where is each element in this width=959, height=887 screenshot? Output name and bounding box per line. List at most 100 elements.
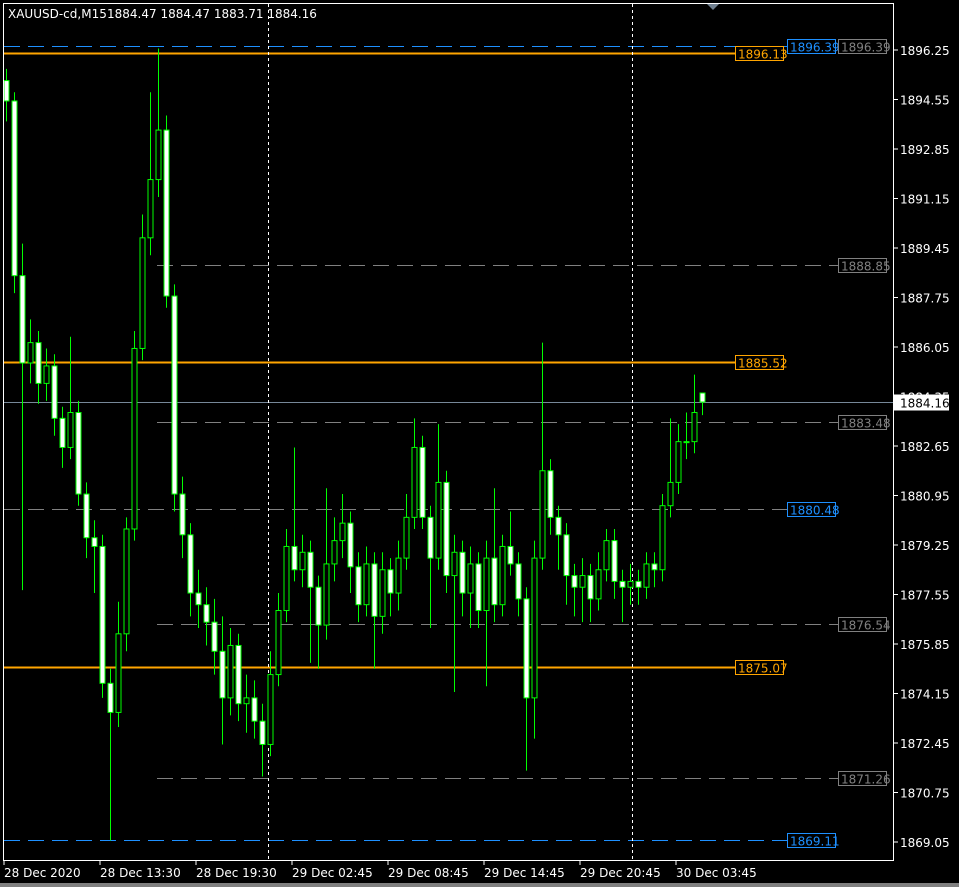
candle-body xyxy=(587,575,594,600)
candle-body xyxy=(667,481,674,507)
price-level-label: 1883.48 xyxy=(841,417,891,431)
x-tick-label: 30 Dec 03:45 xyxy=(676,866,757,880)
candle-body xyxy=(419,446,426,518)
candle xyxy=(123,517,130,652)
candle-body xyxy=(203,604,210,623)
candle-body xyxy=(571,575,578,588)
candle-body xyxy=(27,342,34,364)
candle-body xyxy=(611,540,618,582)
candle-body xyxy=(107,682,114,713)
y-tick-label: 1894.55 xyxy=(900,94,950,108)
candle-body xyxy=(603,540,610,571)
y-tick-label: 1869.05 xyxy=(900,836,950,850)
candle-body xyxy=(83,493,90,539)
y-tick-label: 1870.75 xyxy=(900,787,950,801)
candle-body xyxy=(155,129,162,181)
candle-body xyxy=(275,610,282,676)
bottom-strip xyxy=(0,883,959,887)
y-tick-label: 1877.55 xyxy=(900,589,950,603)
price-level-label: 1885.52 xyxy=(738,357,788,371)
price-level-label: 1880.48 xyxy=(790,504,840,518)
candle-body xyxy=(227,644,234,699)
chart-header-symbol: XAUUSD-cd,M15 xyxy=(8,7,107,21)
y-tick-label: 1896.25 xyxy=(900,44,950,58)
candle-body xyxy=(691,412,698,443)
y-tick-label: 1891.15 xyxy=(900,193,950,207)
chart-header-ohlc: 1884.47 1884.47 1883.71 1884.16 xyxy=(107,7,317,21)
candle-body xyxy=(11,100,18,277)
y-tick-label: 1889.45 xyxy=(900,242,950,256)
candle-body xyxy=(299,551,306,571)
y-tick-label: 1882.65 xyxy=(900,440,950,454)
candle-body xyxy=(651,563,658,571)
candle-body xyxy=(507,545,514,565)
candle-body xyxy=(75,412,82,495)
price-chart[interactable]: 1896.39 1896.391896.131888.851885.521883.… xyxy=(0,0,959,887)
price-level-label: 1875.07 xyxy=(738,662,788,676)
price-level-label: 1876.54 xyxy=(841,619,891,633)
candle xyxy=(499,534,506,617)
candle-body xyxy=(403,516,410,559)
x-tick-label: 29 Dec 08:45 xyxy=(388,866,469,880)
y-tick-label: 1879.25 xyxy=(900,539,950,553)
current-price-label: 1884.16 xyxy=(900,397,950,411)
chart-background xyxy=(0,0,959,887)
candle-body xyxy=(131,347,138,530)
candle-body xyxy=(531,557,538,699)
price-level-label: 1869.11 xyxy=(790,835,840,849)
candle-body xyxy=(283,545,290,612)
candle-body xyxy=(347,522,354,568)
candle xyxy=(419,435,426,529)
candle-body xyxy=(675,441,682,483)
price-level-label: 1896.39 xyxy=(841,41,891,55)
candle-body xyxy=(563,534,570,577)
candle-body xyxy=(251,697,258,722)
candle-body xyxy=(243,697,250,705)
candle-body xyxy=(595,569,602,600)
candle-body xyxy=(187,534,194,594)
y-tick-label: 1892.85 xyxy=(900,143,950,157)
candle-body xyxy=(547,470,554,518)
candle-body xyxy=(43,365,50,384)
candle-body xyxy=(123,528,130,635)
candle-body xyxy=(35,342,42,384)
candle-body xyxy=(515,563,522,600)
candle-body xyxy=(99,545,106,684)
candle-body xyxy=(291,545,298,571)
candle-body xyxy=(459,551,466,594)
candle-body xyxy=(683,441,690,444)
x-tick-label: 29 Dec 20:45 xyxy=(580,866,661,880)
x-tick-label: 29 Dec 14:45 xyxy=(484,866,565,880)
candle-body xyxy=(371,563,378,617)
candle-body xyxy=(443,481,450,577)
x-tick-label: 28 Dec 19:30 xyxy=(196,866,277,880)
candle-body xyxy=(59,417,66,448)
candle-body xyxy=(219,650,226,699)
candle-body xyxy=(147,179,154,239)
candle-body xyxy=(627,580,634,588)
candle-body xyxy=(435,481,442,559)
candle-body xyxy=(467,563,474,594)
candle-body xyxy=(395,557,402,594)
candle xyxy=(99,534,106,698)
candle-body xyxy=(331,540,338,565)
candle-body xyxy=(115,633,122,713)
candle-body xyxy=(323,563,330,626)
candle-body xyxy=(307,551,314,588)
candle-body xyxy=(451,551,458,577)
candle-body xyxy=(555,516,562,536)
candle xyxy=(171,284,178,512)
candle xyxy=(11,92,18,294)
candle-body xyxy=(619,580,626,588)
candle-body xyxy=(339,522,346,542)
candle-body xyxy=(499,545,506,606)
candle-body xyxy=(171,295,178,495)
candle-body xyxy=(315,586,322,626)
y-tick-label: 1874.15 xyxy=(900,688,950,702)
candle-body xyxy=(411,446,418,518)
y-tick-label: 1875.85 xyxy=(900,638,950,652)
candle-body xyxy=(635,580,642,588)
candle-body xyxy=(211,621,218,652)
x-tick-label: 29 Dec 02:45 xyxy=(292,866,373,880)
candle xyxy=(131,330,138,541)
